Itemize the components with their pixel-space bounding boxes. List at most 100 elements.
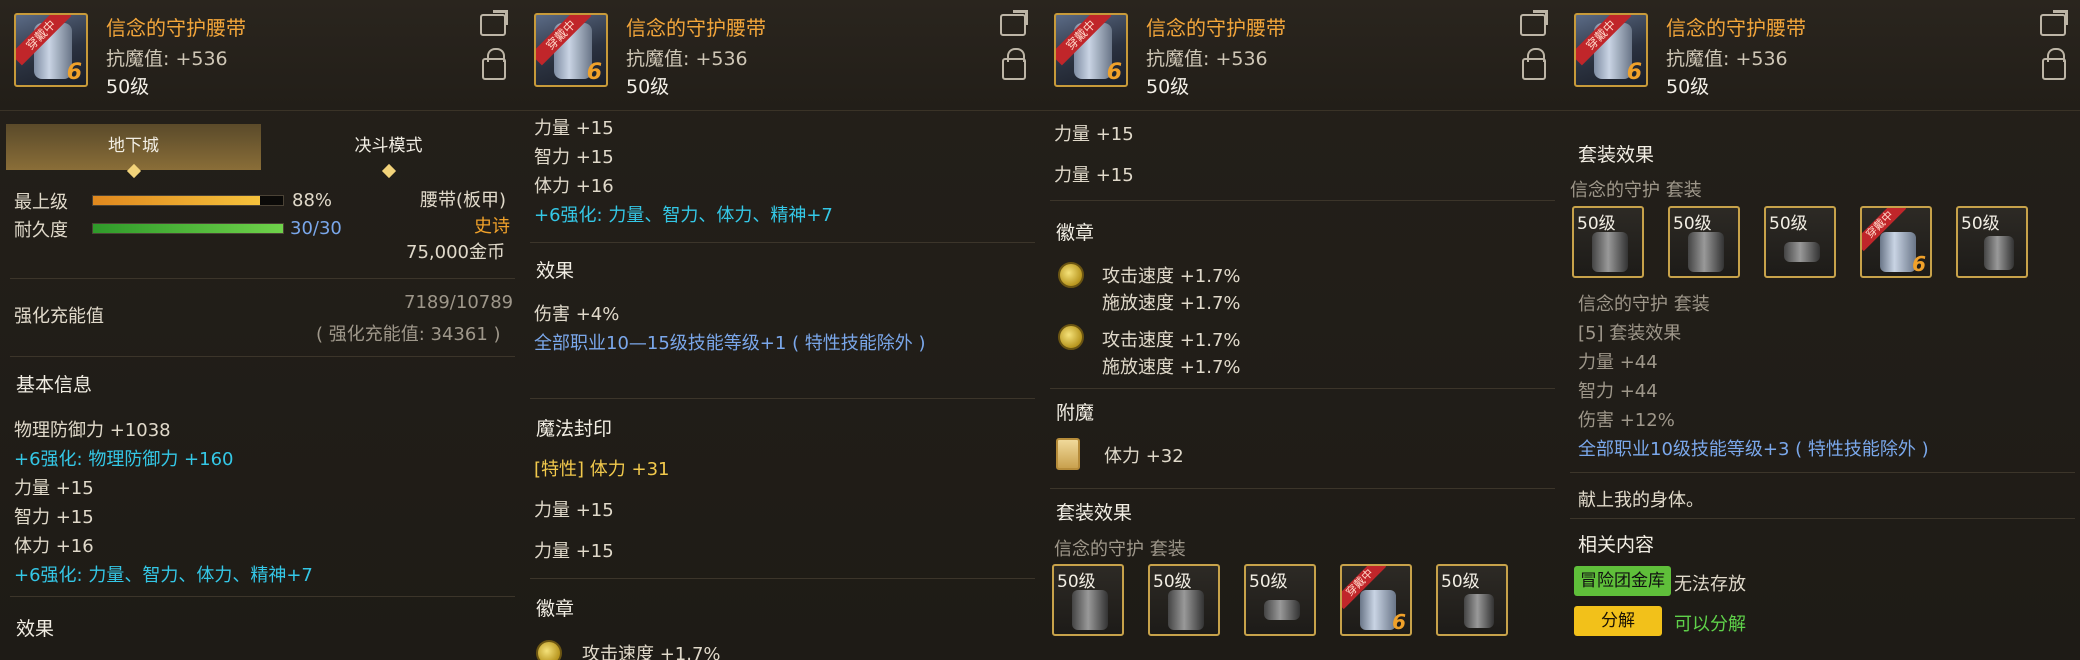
section-effect: 效果 (536, 260, 575, 282)
item-level: 50级 (626, 76, 670, 98)
set-slot-equipped[interactable]: 穿戴中 6 (1340, 564, 1412, 636)
share-icon[interactable] (1520, 14, 1546, 36)
set-slot[interactable]: 50级 (1244, 564, 1316, 636)
slot-type: 腰带(板甲) (420, 190, 507, 211)
stat-line: 智力 +15 (14, 507, 94, 528)
tooltip-panel-2: 穿戴中 6 信念的守护腰带 抗魔值: +536 50级 力量 +15 智力 +15… (520, 0, 1042, 660)
divider (1050, 200, 1555, 201)
tab-dungeon[interactable]: 地下城 (6, 124, 261, 179)
stat-line: +6强化: 力量、智力、体力、精神+7 (534, 205, 833, 226)
set-slot[interactable]: 50级 (1052, 564, 1124, 636)
stat-line: 物理防御力 +1038 (14, 420, 171, 441)
lock-icon[interactable] (1522, 48, 1546, 80)
divider (1570, 472, 2075, 473)
set-slot[interactable]: 50级 (1764, 206, 1836, 278)
item-header: 穿戴中 6 信念的守护腰带 抗魔值: +536 50级 (520, 0, 1040, 111)
tab-indicator-icon (126, 163, 141, 179)
damage-line: 伤害 +4% (534, 304, 620, 325)
divider (530, 398, 1035, 399)
stat-line: 力量 +15 (1054, 124, 1134, 145)
max-level-bar (92, 195, 284, 206)
lock-icon[interactable] (1002, 48, 1026, 80)
grade-number: 6 (1912, 252, 1926, 276)
divider (10, 356, 515, 357)
enchant-line: 体力 +32 (1104, 446, 1184, 467)
emblem-icon[interactable] (1058, 324, 1084, 350)
share-icon[interactable] (480, 14, 506, 36)
item-icon[interactable]: 穿戴中 6 (534, 13, 608, 87)
tooltip-panel-1: 穿戴中 6 信念的守护腰带 抗魔值: +536 50级 地下城 决斗模式 最上级 … (0, 0, 522, 660)
set-slot[interactable]: 50级 (1668, 206, 1740, 278)
item-title: 信念的守护腰带 (1146, 16, 1286, 40)
adventure-bank-button[interactable]: 冒险团金库 (1574, 566, 1671, 596)
set-slot[interactable]: 50级 (1956, 206, 2028, 278)
set-slot[interactable]: 50级 (1436, 564, 1508, 636)
item-header: 穿戴中 6 信念的守护腰带 抗魔值: +536 50级 (1560, 0, 2080, 111)
item-title: 信念的守护腰带 (106, 16, 246, 40)
set-name: 信念的守护 套装 (1570, 180, 1702, 201)
grade-number: 6 (1626, 60, 1642, 85)
trait-line: [特性] 体力 +31 (534, 459, 670, 480)
resist-value: 抗魔值: +536 (1666, 48, 1788, 70)
item-header: 穿戴中 6 信念的守护腰带 抗魔值: +536 50级 (1040, 0, 1560, 111)
tooltip-strip: 穿戴中 6 信念的守护腰带 抗魔值: +536 50级 地下城 决斗模式 最上级 … (0, 0, 2080, 660)
stat-line: 力量 +15 (14, 478, 94, 499)
price: 75,000金币 (406, 242, 505, 263)
divider (1050, 388, 1555, 389)
set-name: 信念的守护 套装 (1578, 294, 1710, 315)
section-emblem: 徽章 (1056, 222, 1095, 244)
item-header: 穿戴中 6 信念的守护腰带 抗魔值: +536 50级 (0, 0, 520, 111)
mode-tabs: 地下城 决斗模式 (6, 124, 516, 179)
stat-line: +6强化: 物理防御力 +160 (14, 449, 234, 470)
item-icon[interactable]: 穿戴中 6 (1054, 13, 1128, 87)
share-icon[interactable] (2040, 14, 2066, 36)
item-icon[interactable]: 穿戴中 6 (14, 13, 88, 87)
grade-number: 6 (1392, 610, 1406, 634)
section-related: 相关内容 (1578, 534, 1655, 556)
tab-pvp[interactable]: 决斗模式 (261, 124, 516, 179)
item-title: 信念的守护腰带 (626, 16, 766, 40)
set-stat: 力量 +44 (1578, 352, 1658, 373)
set-stat: 智力 +44 (1578, 381, 1658, 402)
section-basic-info: 基本信息 (16, 374, 93, 396)
durability-label: 耐久度 (14, 220, 68, 241)
section-set-effect: 套装效果 (1056, 502, 1133, 524)
item-level: 50级 (1146, 76, 1190, 98)
set-name: 信念的守护 套装 (1054, 539, 1186, 560)
section-magic-seal: 魔法封印 (536, 418, 613, 440)
bank-status: 无法存放 (1674, 574, 1746, 595)
grade-number: 6 (1106, 60, 1122, 85)
disassemble-button[interactable]: 分解 (1574, 606, 1662, 636)
set-slot[interactable]: 50级 (1572, 206, 1644, 278)
set-skill: 全部职业10级技能等级+3 ( 特性技能除外 ) (1578, 439, 1929, 460)
emblem-line: 施放速度 +1.7% (1102, 357, 1241, 378)
item-level: 50级 (1666, 76, 1710, 98)
emblem-line: 攻击速度 +1.7% (1102, 266, 1241, 287)
section-set-effect: 套装效果 (1578, 144, 1655, 166)
divider (530, 242, 1035, 243)
divider (1050, 488, 1555, 489)
grade-number: 6 (66, 60, 82, 85)
set-slot-equipped[interactable]: 穿戴中 6 (1860, 206, 1932, 278)
stat-line: 体力 +16 (534, 176, 614, 197)
tooltip-panel-4: 穿戴中 6 信念的守护腰带 抗魔值: +536 50级 套装效果 信念的守护 套装… (1560, 0, 2080, 660)
tooltip-panel-3: 穿戴中 6 信念的守护腰带 抗魔值: +536 50级 力量 +15 力量 +15… (1040, 0, 1562, 660)
emblem-icon[interactable] (1058, 262, 1084, 288)
share-icon[interactable] (1000, 14, 1026, 36)
set-bonus-label: [5] 套装效果 (1578, 323, 1682, 344)
max-level-pct: 88% (292, 190, 333, 211)
item-icon[interactable]: 穿戴中 6 (1574, 13, 1648, 87)
item-level: 50级 (106, 76, 150, 98)
item-title: 信念的守护腰带 (1666, 16, 1806, 40)
enchant-card-icon[interactable] (1056, 438, 1080, 470)
lock-icon[interactable] (482, 48, 506, 80)
lock-icon[interactable] (2042, 48, 2066, 80)
divider (1570, 518, 2075, 519)
flavor-text: 献上我的身体。 (1578, 490, 1704, 511)
set-slot[interactable]: 50级 (1148, 564, 1220, 636)
stat-line: 体力 +16 (14, 536, 94, 557)
charge-value: 7189/10789 (404, 292, 514, 313)
emblem-line: 攻击速度 +1.7% (582, 644, 721, 660)
stat-line: 智力 +15 (534, 147, 614, 168)
emblem-icon[interactable] (536, 640, 562, 660)
